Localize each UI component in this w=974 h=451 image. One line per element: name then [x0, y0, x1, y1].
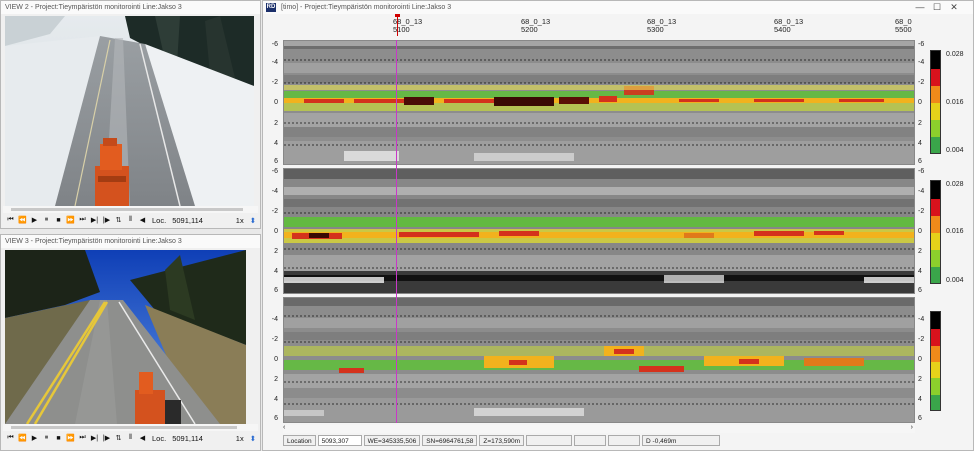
skip-end-icon[interactable]: ⏭: [77, 434, 88, 442]
frame-step-icon[interactable]: |▶: [101, 434, 112, 442]
view2-loc-value: 5091,114: [172, 215, 203, 225]
view3-title: VIEW 3 - Project:Tieympäristön monitoroi…: [1, 235, 260, 248]
cursor-line[interactable]: [396, 40, 397, 423]
view2-scrollbar[interactable]: [3, 206, 258, 213]
colorbar-2-mid: 0.016: [946, 228, 964, 235]
radar-title: [timo] - Project:Tieympäristön monitoroi…: [281, 4, 452, 11]
position-marker[interactable]: [397, 14, 398, 36]
rd-app-icon: RD: [266, 3, 276, 12]
tick-label: 68_0_13 5300: [647, 17, 677, 34]
stop-icon[interactable]: ■: [53, 435, 64, 442]
colorbar-2: [930, 180, 941, 284]
view3-playback-controls: ⏮ ⏪ ▶ ⏸ ■ ⏩ ⏭ ▶| |▶ ⇅ ⫴ ◀ Loc. 5091,114 …: [1, 431, 260, 445]
colorbar-1-mid: 0.016: [946, 99, 964, 106]
colorbar-3: [930, 311, 941, 411]
colorbar-1-min: 0.004: [946, 147, 964, 154]
marker-icon[interactable]: ⫴: [125, 216, 136, 224]
view3-window: VIEW 3 - Project:Tieympäristön monitoroi…: [0, 234, 261, 451]
view2-camera-image: [5, 16, 254, 206]
radar-titlebar: RD [timo] - Project:Tieympäristön monito…: [263, 1, 973, 14]
view2-playback-controls: ⏮ ⏪ ▶ ⏸ ■ ⏩ ⏭ ▶| |▶ ⇅ ⫴ ◀ Loc. 5091,114 …: [1, 213, 260, 227]
skip-start-icon[interactable]: ⏮: [5, 434, 16, 442]
play-icon[interactable]: ▶: [29, 216, 40, 224]
view3-speed[interactable]: 1x: [236, 434, 244, 443]
status-location-value[interactable]: 5093,307: [317, 435, 362, 446]
tick-label: 68_0_13 5200: [521, 17, 551, 34]
radar-h-scrollbar[interactable]: ‹ ›: [283, 424, 915, 433]
view3-camera-image: [5, 250, 246, 424]
sync-icon[interactable]: ⇅: [113, 434, 124, 442]
tick-label: 68_0_13 5400: [774, 17, 804, 34]
view2-loc-label: Loc.: [152, 215, 167, 225]
fast-forward-icon[interactable]: ⏩: [65, 434, 76, 442]
speed-slider-icon[interactable]: ⬍: [250, 434, 256, 443]
view3-loc-value: 5091,114: [172, 433, 203, 443]
distance-axis: 68_0_13 5100 68_0_13 5200 68_0_13 5300 68_0…: [283, 18, 915, 40]
skip-end-icon[interactable]: ⏭: [77, 216, 88, 224]
fast-forward-icon[interactable]: ⏩: [65, 216, 76, 224]
colorbar-2-min: 0.004: [946, 277, 964, 284]
status-sn: SN=6964761,58: [422, 435, 478, 446]
radar-panel-3[interactable]: [283, 297, 915, 423]
frame-step-icon[interactable]: |▶: [101, 216, 112, 224]
back-icon[interactable]: ◀: [137, 434, 148, 442]
radar-panel-1[interactable]: [283, 40, 915, 165]
close-button[interactable]: ✕: [947, 1, 961, 14]
status-location-label: Location: [283, 435, 316, 446]
status-empty-1: [526, 435, 573, 446]
rewind-icon[interactable]: ⏪: [17, 216, 28, 224]
play-icon[interactable]: ▶: [29, 434, 40, 442]
position-marker-head: [395, 14, 400, 17]
skip-start-icon[interactable]: ⏮: [5, 216, 16, 224]
radar-panel-2[interactable]: [283, 168, 915, 294]
colorbar-1-max: 0.028: [946, 51, 964, 58]
back-icon[interactable]: ◀: [137, 216, 148, 224]
minimize-button[interactable]: —: [913, 1, 927, 14]
maximize-button[interactable]: ☐: [930, 1, 944, 14]
stop-icon[interactable]: ■: [53, 217, 64, 224]
marker-icon[interactable]: ⫴: [125, 434, 136, 442]
pause-icon[interactable]: ⏸: [41, 216, 52, 224]
speed-slider-icon[interactable]: ⬍: [250, 216, 256, 225]
step-forward-icon[interactable]: ▶|: [89, 434, 100, 442]
view2-speed[interactable]: 1x: [236, 216, 244, 225]
status-empty-3: [608, 435, 641, 446]
status-we: WE=345335,506: [363, 435, 421, 446]
colorbar-1: [930, 50, 941, 154]
rewind-icon[interactable]: ⏪: [17, 434, 28, 442]
view3-scrollbar[interactable]: [3, 424, 258, 431]
scroll-right-icon[interactable]: ›: [911, 424, 913, 431]
radar-status-bar: Location 5093,307 WE=345335,506 SN=69647…: [283, 435, 722, 446]
view2-window: VIEW 2 - Project:Tieympäristön monitoroi…: [0, 0, 261, 229]
step-forward-icon[interactable]: ▶|: [89, 216, 100, 224]
scroll-left-icon[interactable]: ‹: [283, 424, 285, 431]
status-empty-2: [574, 435, 607, 446]
pause-icon[interactable]: ⏸: [41, 434, 52, 442]
status-z: Z=173,590m: [479, 435, 525, 446]
view3-loc-label: Loc.: [152, 433, 167, 443]
sync-icon[interactable]: ⇅: [113, 216, 124, 224]
view2-title: VIEW 2 - Project:Tieympäristön monitoroi…: [1, 1, 260, 14]
status-d: D -0,469m: [642, 435, 721, 446]
tick-label: 68_0 5500: [895, 17, 912, 34]
colorbar-2-max: 0.028: [946, 181, 964, 188]
